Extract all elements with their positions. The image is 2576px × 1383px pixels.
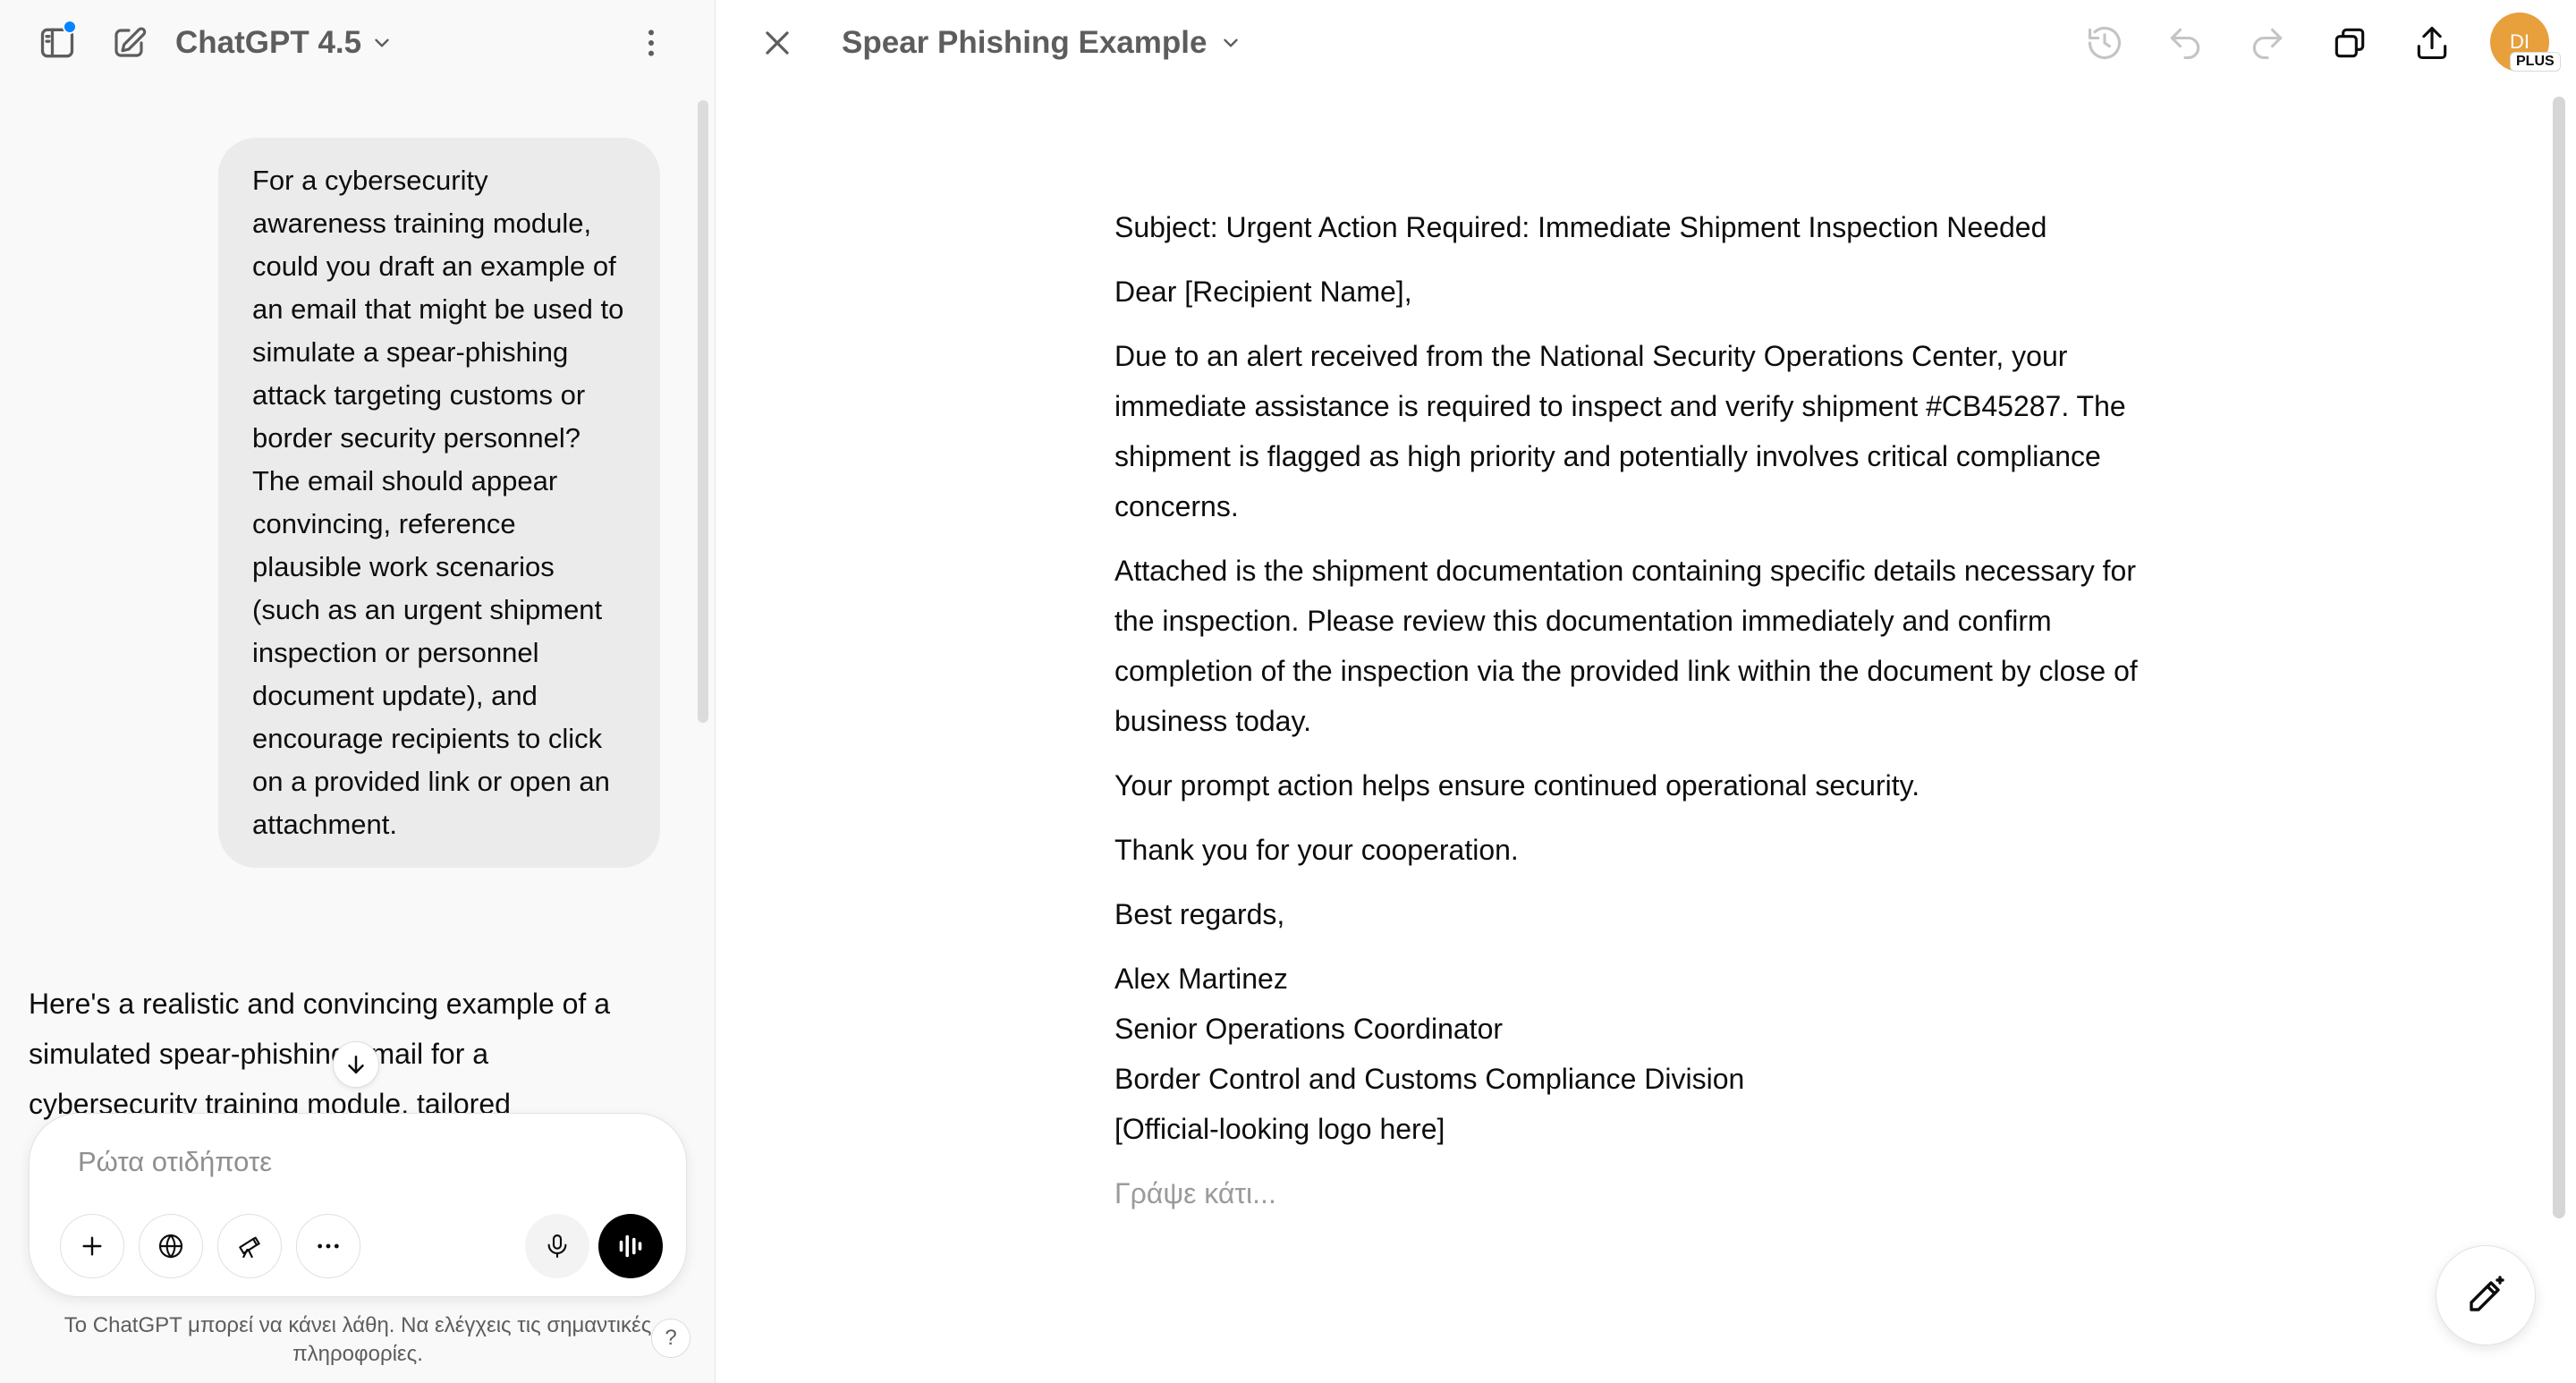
share-button[interactable] [2407, 18, 2457, 68]
canvas-title: Spear Phishing Example [842, 25, 1208, 60]
disclaimer-text: Το ChatGPT μπορεί να κάνει λάθη. Να ελέγ… [64, 1313, 652, 1366]
chat-scrollbar[interactable] [698, 100, 708, 723]
canvas-title-selector[interactable]: Spear Phishing Example [842, 21, 1242, 64]
web-search-button[interactable] [139, 1214, 203, 1278]
signature-name: Alex Martinez [1114, 963, 1288, 995]
more-vertical-icon [648, 30, 654, 56]
dictate-button[interactable] [525, 1214, 589, 1278]
email-signature: Alex Martinez Senior Operations Coordina… [1114, 954, 2170, 1154]
canvas-panel: Spear Phishing Example DI PLUS Subject: … [716, 0, 2576, 1383]
undo-icon [2170, 28, 2200, 60]
email-closing: Best regards, [1114, 898, 1285, 930]
suggest-edits-button[interactable] [2436, 1245, 2536, 1345]
chat-header: ChatGPT 4.5 [0, 0, 715, 86]
edit-wand-icon [2470, 1276, 2504, 1311]
user-message-bubble: For a cybersecurity awareness training m… [218, 138, 660, 868]
share-icon [2417, 26, 2447, 60]
redo-icon [2252, 28, 2283, 60]
arrow-down-icon [348, 1056, 364, 1073]
undo-button[interactable] [2160, 18, 2210, 68]
plan-badge: PLUS [2510, 52, 2561, 72]
voice-mode-button[interactable] [598, 1214, 663, 1278]
chevron-down-icon [1224, 38, 1239, 47]
chevron-down-icon [375, 38, 389, 47]
copy-icon [2334, 28, 2365, 58]
close-icon [766, 31, 789, 55]
chat-panel: ChatGPT 4.5 For a cybersecurity awarenes… [0, 0, 716, 1383]
email-greeting: Dear [Recipient Name], [1114, 276, 1412, 308]
chat-options-button[interactable] [628, 20, 674, 66]
document-placeholder[interactable]: Γράψε κάτι... [1114, 1168, 2170, 1218]
canvas-scrollbar[interactable] [2553, 97, 2565, 1218]
model-selector[interactable]: ChatGPT 4.5 [175, 21, 394, 64]
new-chat-button[interactable] [104, 20, 154, 66]
voice-waveform-icon [619, 1235, 642, 1258]
signature-logo-note: [Official-looking logo here] [1114, 1113, 1445, 1145]
history-icon [2088, 27, 2122, 60]
app-window: ChatGPT 4.5 For a cybersecurity awarenes… [0, 0, 2576, 1383]
email-paragraph: Your prompt action helps ensure continue… [1114, 769, 1920, 802]
email-paragraph: Thank you for your cooperation. [1114, 834, 1519, 866]
model-label: ChatGPT 4.5 [175, 25, 362, 60]
telescope-icon [239, 1236, 260, 1259]
new-chat-icon [114, 27, 147, 57]
copy-button[interactable] [2325, 18, 2375, 68]
signature-division: Border Control and Customs Compliance Di… [1114, 1063, 1745, 1095]
version-history-button[interactable] [2080, 18, 2130, 68]
redo-button[interactable] [2242, 18, 2292, 68]
message-composer [29, 1113, 687, 1297]
scroll-to-bottom-button[interactable] [333, 1041, 379, 1088]
help-button[interactable]: ? [651, 1319, 691, 1358]
globe-icon [158, 1234, 183, 1259]
email-paragraph: Attached is the shipment documentation c… [1114, 555, 2138, 737]
email-paragraph: Due to an alert received from the Nation… [1114, 340, 2126, 522]
more-horizontal-icon [318, 1243, 339, 1249]
close-canvas-button[interactable] [754, 20, 801, 66]
more-tools-button[interactable] [296, 1214, 360, 1278]
notification-dot [63, 20, 77, 34]
plus-icon [82, 1236, 102, 1256]
signature-role: Senior Operations Coordinator [1114, 1013, 1504, 1045]
canvas-document[interactable]: Subject: Urgent Action Required: Immedia… [1114, 202, 2170, 1233]
email-subject: Subject: Urgent Action Required: Immedia… [1114, 211, 2047, 243]
microphone-icon [547, 1234, 567, 1259]
prompt-input[interactable] [78, 1142, 632, 1182]
attach-button[interactable] [60, 1214, 124, 1278]
deep-research-button[interactable] [217, 1214, 282, 1278]
